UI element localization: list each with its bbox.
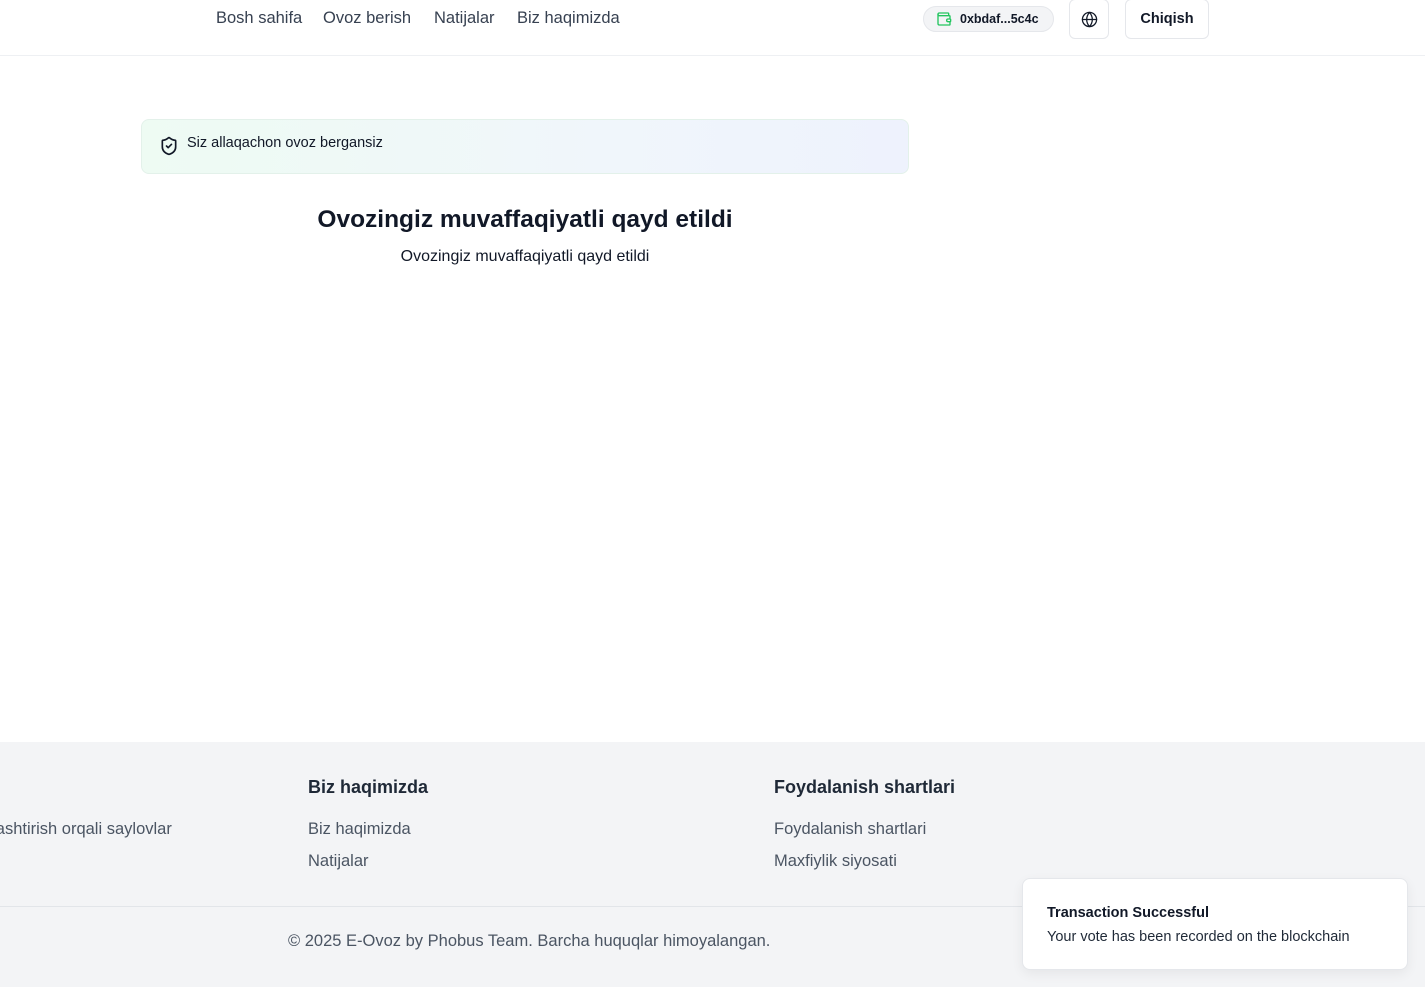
footer-link-terms[interactable]: Foydalanish shartlari	[774, 820, 926, 839]
shield-check-icon	[159, 136, 179, 156]
toast-title: Transaction Successful	[1047, 905, 1209, 921]
globe-icon	[1081, 11, 1098, 28]
language-button[interactable]	[1069, 0, 1109, 39]
toast-description: Your vote has been recorded on the block…	[1047, 929, 1350, 945]
nav-link-results[interactable]: Natijalar	[434, 9, 495, 28]
page: Bosh sahifa Ovoz berish Natijalar Biz ha…	[0, 0, 1425, 987]
nav-link-home[interactable]: Bosh sahifa	[216, 9, 302, 28]
wallet-address: 0xbdaf...5c4c	[960, 12, 1039, 26]
footer-link-about[interactable]: Biz haqimizda	[308, 820, 411, 839]
already-voted-alert: Siz allaqachon ovoz bergansiz	[141, 119, 909, 174]
nav-link-about[interactable]: Biz haqimizda	[517, 9, 620, 28]
footer-link-results[interactable]: Natijalar	[308, 852, 369, 871]
footer-link-privacy[interactable]: Maxfiylik siyosati	[774, 852, 897, 871]
alert-message: Siz allaqachon ovoz bergansiz	[187, 135, 383, 151]
top-navbar: Bosh sahifa Ovoz berish Natijalar Biz ha…	[0, 0, 1425, 56]
footer-heading-about: Biz haqimizda	[308, 777, 429, 797]
logout-button[interactable]: Chiqish	[1125, 0, 1209, 39]
footer-heading-terms: Foydalanish shartlari	[774, 777, 956, 797]
success-subtitle: Ovozingiz muvaffaqiyatli qayd etildi	[400, 248, 650, 265]
transaction-toast[interactable]: Transaction Successful Your vote has bee…	[1022, 878, 1408, 970]
wallet-icon	[936, 11, 952, 27]
copyright-text: © 2025 E-Ovoz by Phobus Team. Barcha huq…	[288, 932, 771, 950]
footer-description-line-1: qamlashtirish orqali saylovlar	[0, 820, 172, 838]
success-title: Ovozingiz muvaffaqiyatli qayd etildi	[317, 206, 733, 233]
wallet-badge[interactable]: 0xbdaf...5c4c	[923, 6, 1054, 32]
nav-link-vote[interactable]: Ovoz berish	[323, 9, 411, 28]
